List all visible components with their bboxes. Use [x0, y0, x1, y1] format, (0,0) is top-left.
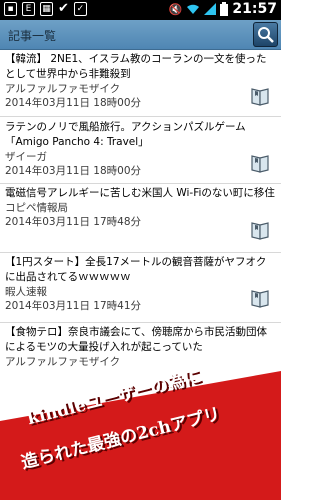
list-item[interactable]: 【食物テロ】奈良市議会にて、傍聴席から市民活動団体によるモツの大量投げ入れが起こ… — [0, 325, 281, 369]
divider — [0, 183, 281, 184]
list-item[interactable]: ラテンのノリで風船旅行。アクションパズルゲーム「Amigo Pancho 4: … — [0, 120, 281, 178]
book-icon[interactable] — [249, 155, 271, 173]
divider — [0, 322, 281, 323]
wifi-icon — [187, 4, 200, 14]
book-icon[interactable] — [249, 222, 271, 240]
status-icons-left: ▪ E ▦ ✔ ✓ — [4, 2, 87, 16]
article-source: 暇人速報 — [5, 286, 47, 298]
promo-banner: kindleユーザーの為に 造られた最強の2chアプリ — [0, 367, 281, 500]
article-headline: 【1円スタート】全長17メートルの観音菩薩がヤフオクに出品されてるｗｗｗｗｗ — [5, 256, 267, 283]
clock: 21:57 — [232, 1, 277, 17]
article-source: コピペ情報局 — [5, 202, 68, 214]
status-bar: ▪ E ▦ ✔ ✓ 🔇 21:57 — [0, 0, 281, 20]
calendar-icon: ▦ — [40, 2, 53, 16]
page-title: 記事一覧 — [8, 29, 57, 43]
article-date: 2014年03月11日 17時41分 — [5, 300, 142, 312]
article-headline: 【食物テロ】奈良市議会にて、傍聴席から市民活動団体によるモツの大量投げ入れが起こ… — [5, 326, 267, 353]
check-icon: ✔ — [58, 1, 69, 16]
signal-icon — [204, 3, 217, 15]
article-source: アルファルファモザイク — [5, 356, 121, 368]
checkbox-icon: ✓ — [73, 2, 87, 16]
article-source: ザイーガ — [5, 151, 47, 163]
article-source: アルファルファモザイク — [5, 83, 121, 95]
article-date: 2014年03月11日 18時00分 — [5, 97, 142, 109]
search-icon — [258, 27, 274, 43]
divider — [0, 252, 281, 253]
battery-icon — [220, 2, 229, 16]
list-item[interactable]: 【韓流】 2NE1、イスラム教のコーランの一文を使ったとして世界中から非難殺到 … — [0, 52, 281, 110]
app-bar: 記事一覧 — [0, 20, 281, 50]
list-item[interactable]: 【1円スタート】全長17メートルの観音菩薩がヤフオクに出品されてるｗｗｗｗｗ 暇… — [0, 255, 281, 313]
list-item[interactable]: 電磁信号アレルギーに苦しむ米国人 Wi-Fiのない町に移住 コピペ情報局 201… — [0, 186, 281, 229]
mail-icon: E — [22, 2, 35, 16]
notification-icon: ▪ — [4, 2, 17, 16]
book-icon[interactable] — [249, 290, 271, 308]
divider — [0, 116, 281, 117]
article-date: 2014年03月11日 18時00分 — [5, 165, 142, 177]
article-headline: ラテンのノリで風船旅行。アクションパズルゲーム「Amigo Pancho 4: … — [5, 121, 246, 148]
status-icons-right: 🔇 21:57 — [169, 1, 277, 17]
article-date: 2014年03月11日 17時48分 — [5, 216, 142, 228]
article-headline: 【韓流】 2NE1、イスラム教のコーランの一文を使ったとして世界中から非難殺到 — [5, 53, 267, 80]
search-button[interactable] — [253, 22, 278, 47]
article-headline: 電磁信号アレルギーに苦しむ米国人 Wi-Fiのない町に移住 — [5, 187, 275, 199]
book-icon[interactable] — [249, 88, 271, 106]
mute-icon: 🔇 — [168, 2, 183, 16]
